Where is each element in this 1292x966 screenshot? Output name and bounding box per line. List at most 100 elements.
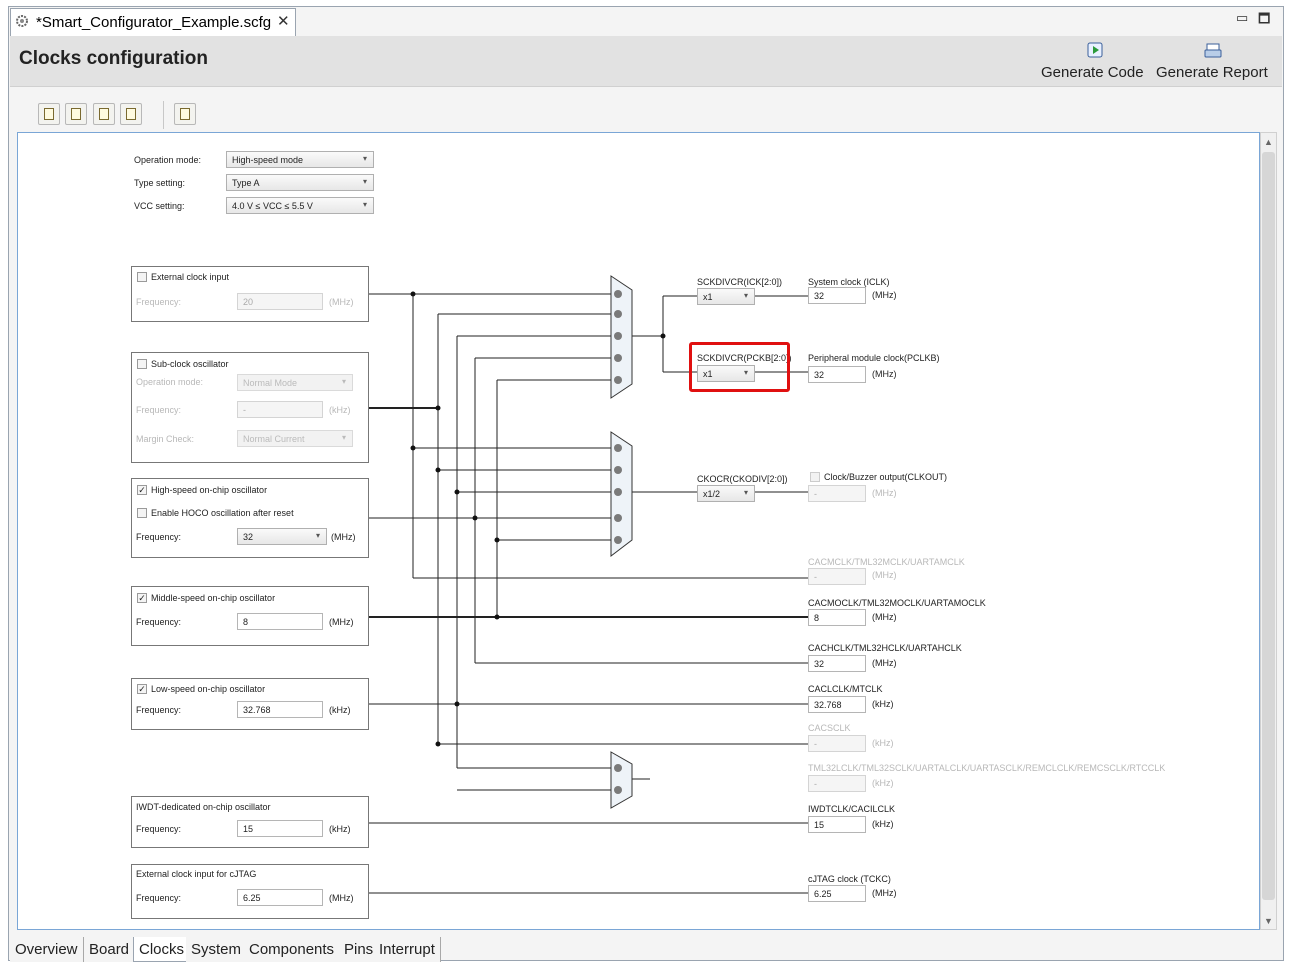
cacl-unit: (kHz) bbox=[872, 699, 894, 709]
operation-mode-value: High-speed mode bbox=[232, 155, 304, 165]
close-icon[interactable]: ✕ bbox=[277, 12, 290, 30]
chevron-down-icon: ▾ bbox=[341, 377, 346, 386]
moco-frequency-input[interactable]: 8 bbox=[237, 613, 323, 630]
highlight-box bbox=[689, 342, 790, 392]
clkout-checkbox[interactable] bbox=[810, 472, 820, 482]
chevron-down-icon: ▾ bbox=[743, 488, 748, 497]
tab-clocks[interactable]: Clocks bbox=[133, 937, 191, 962]
tab-board[interactable]: Board bbox=[84, 937, 136, 962]
external-clock-frequency-label: Frequency: bbox=[136, 297, 182, 307]
iwdtclk-label: IWDTCLK/CACILCLK bbox=[808, 804, 896, 814]
ckodiv-value: x1/2 bbox=[703, 489, 721, 499]
sub-clock-mode-label: Operation mode: bbox=[136, 377, 204, 387]
scroll-down-icon[interactable]: ▼ bbox=[1264, 916, 1273, 926]
tml-label: TML32LCLK/TML32SCLK/UARTALCLK/UARTASCLK/… bbox=[808, 763, 1166, 773]
clkout-value[interactable]: - bbox=[808, 485, 866, 502]
scroll-up-icon[interactable]: ▲ bbox=[1264, 137, 1273, 147]
tab-overview[interactable]: Overview bbox=[10, 937, 84, 962]
moco-checkbox[interactable]: ✓ bbox=[137, 593, 147, 603]
tckc-value[interactable]: 6.25 bbox=[808, 885, 866, 902]
vcc-setting-value: 4.0 V ≤ VCC ≤ 5.5 V bbox=[232, 201, 313, 211]
sub-clock-frequency-input[interactable]: - bbox=[237, 401, 323, 418]
vcc-setting-select[interactable]: 4.0 V ≤ VCC ≤ 5.5 V ▾ bbox=[226, 197, 374, 214]
cach-value[interactable]: 32 bbox=[808, 655, 866, 672]
ick-divider-value: x1 bbox=[703, 292, 713, 302]
scrollbar-thumb[interactable] bbox=[1262, 152, 1275, 900]
hoco-frequency-value: 32 bbox=[243, 532, 254, 542]
iclk-label: System clock (ICLK) bbox=[808, 277, 890, 287]
tab-system[interactable]: System bbox=[186, 937, 248, 962]
hoco-frequency-select[interactable]: 32 ▾ bbox=[237, 528, 327, 545]
iwdt-unit: (kHz) bbox=[329, 824, 351, 834]
page-title: Clocks configuration bbox=[19, 48, 208, 69]
cacm-label: CACMCLK/TML32MCLK/UARTAMCLK bbox=[808, 557, 965, 567]
zoom-width-button[interactable] bbox=[65, 103, 87, 125]
zoom-fit-button[interactable] bbox=[38, 103, 60, 125]
cjtag-input-label: External clock input for cJTAG bbox=[136, 869, 257, 879]
tab-interrupt[interactable]: Interrupt bbox=[374, 937, 441, 962]
editor-tab-title: *Smart_Configurator_Example.scfg bbox=[36, 14, 272, 31]
tckc-unit: (MHz) bbox=[872, 888, 897, 898]
ckodiv-label: CKOCR(CKODIV[2:0]) bbox=[697, 474, 788, 484]
iclk-value[interactable]: 32 bbox=[808, 287, 866, 304]
type-setting-select[interactable]: Type A ▾ bbox=[226, 174, 374, 191]
pclkb-value[interactable]: 32 bbox=[808, 366, 866, 383]
hoco-after-reset-checkbox[interactable] bbox=[137, 508, 147, 518]
moco-label: Middle-speed on-chip oscillator bbox=[151, 593, 276, 603]
ckodiv-select[interactable]: x1/2 ▾ bbox=[697, 485, 755, 502]
tml-value[interactable]: - bbox=[808, 775, 866, 792]
maximize-icon[interactable]: 🗖 bbox=[1258, 10, 1270, 32]
sub-clock-checkbox[interactable] bbox=[137, 359, 147, 369]
generate-report-button[interactable]: Generate Report bbox=[1156, 64, 1268, 81]
loco-label: Low-speed on-chip oscillator bbox=[151, 684, 266, 694]
cjtag-frequency-input[interactable]: 6.25 bbox=[237, 889, 323, 906]
margin-check-select[interactable]: Normal Current ▾ bbox=[237, 430, 353, 447]
cacmo-unit: (MHz) bbox=[872, 612, 897, 622]
loco-checkbox[interactable]: ✓ bbox=[137, 684, 147, 694]
zoom-page-button[interactable] bbox=[120, 103, 142, 125]
iwdtclk-value[interactable]: 15 bbox=[808, 816, 866, 833]
cacs-value[interactable]: - bbox=[808, 735, 866, 752]
margin-check-label: Margin Check: bbox=[136, 434, 195, 444]
generate-report-icon[interactable] bbox=[1204, 42, 1222, 58]
hoco-checkbox[interactable]: ✓ bbox=[137, 485, 147, 495]
loco-frequency-label: Frequency: bbox=[136, 705, 182, 715]
zoom-height-button[interactable] bbox=[93, 103, 115, 125]
tckc-label: cJTAG clock (TCKC) bbox=[808, 874, 891, 884]
minimize-icon[interactable]: ▭ bbox=[1236, 10, 1248, 26]
moco-unit: (MHz) bbox=[329, 617, 354, 627]
generate-code-icon[interactable] bbox=[1086, 42, 1104, 58]
operation-mode-select[interactable]: High-speed mode ▾ bbox=[226, 151, 374, 168]
tab-components[interactable]: Components bbox=[244, 937, 341, 962]
external-clock-label: External clock input bbox=[151, 272, 230, 282]
sub-clock-unit: (kHz) bbox=[329, 405, 351, 415]
loco-unit: (kHz) bbox=[329, 705, 351, 715]
type-setting-label: Type setting: bbox=[134, 178, 186, 188]
export-button[interactable] bbox=[174, 103, 196, 125]
sub-clock-mode-value: Normal Mode bbox=[243, 378, 298, 388]
cacm-value[interactable]: - bbox=[808, 568, 866, 585]
ick-divider-label: SCKDIVCR(ICK[2:0]) bbox=[697, 277, 783, 287]
external-clock-unit: (MHz) bbox=[329, 297, 354, 307]
sub-clock-mode-select[interactable]: Normal Mode ▾ bbox=[237, 374, 353, 391]
vcc-setting-label: VCC setting: bbox=[134, 201, 185, 211]
external-clock-checkbox[interactable] bbox=[137, 272, 147, 282]
loco-frequency-input[interactable]: 32.768 bbox=[237, 701, 323, 718]
iclk-unit: (MHz) bbox=[872, 290, 897, 300]
hoco-frequency-label: Frequency: bbox=[136, 532, 182, 542]
external-clock-frequency-input[interactable]: 20 bbox=[237, 293, 323, 310]
chevron-down-icon: ▾ bbox=[341, 433, 346, 442]
hoco-unit: (MHz) bbox=[331, 532, 356, 542]
clkout-unit: (MHz) bbox=[872, 488, 897, 498]
tml-unit: (kHz) bbox=[872, 778, 894, 788]
ick-divider-select[interactable]: x1 ▾ bbox=[697, 288, 755, 305]
iwdt-frequency-input[interactable]: 15 bbox=[237, 820, 323, 837]
generate-code-button[interactable]: Generate Code bbox=[1041, 64, 1144, 81]
cach-label: CACHCLK/TML32HCLK/UARTAHCLK bbox=[808, 643, 962, 653]
cjtag-frequency-label: Frequency: bbox=[136, 893, 182, 903]
cacs-unit: (kHz) bbox=[872, 738, 894, 748]
cjtag-unit: (MHz) bbox=[329, 893, 354, 903]
cacmo-value[interactable]: 8 bbox=[808, 609, 866, 626]
chevron-down-icon: ▾ bbox=[362, 200, 367, 209]
cacl-value[interactable]: 32.768 bbox=[808, 696, 866, 713]
